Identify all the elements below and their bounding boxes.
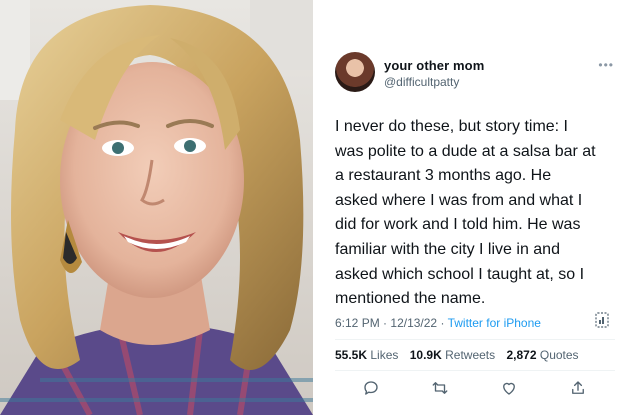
divider <box>335 370 615 371</box>
divider <box>335 339 615 340</box>
tweet-source-link[interactable]: Twitter for iPhone <box>448 316 541 330</box>
tweet-text-line: familiar with the city I live in and <box>335 240 560 258</box>
tweet-meta: 6:12 PM · 12/13/22 · Twitter for iPhone <box>335 316 541 330</box>
tweet-card: your other mom @difficultpatty ••• I nev… <box>313 0 625 415</box>
tweet-text: I never do these, but story time: I was … <box>335 115 620 312</box>
tweet-time[interactable]: 6:12 PM <box>335 316 380 330</box>
likes-stat[interactable]: 55.5K Likes <box>335 348 398 362</box>
retweets-label: Retweets <box>445 348 496 362</box>
selfie-photo <box>0 0 313 415</box>
tweet-stats: 55.5K Likes 10.9K Retweets 2,872 Quotes <box>335 348 587 362</box>
analytics-icon[interactable] <box>595 312 609 328</box>
more-icon[interactable]: ••• <box>598 58 614 72</box>
tweet-text-line: was polite to a dude at a salsa bar at <box>335 142 596 160</box>
tweet-text-line: mentioned the name. <box>335 290 486 308</box>
screenshot-frame: your other mom @difficultpatty ••• I nev… <box>0 0 625 415</box>
reply-icon[interactable] <box>359 376 383 400</box>
quotes-label: Quotes <box>539 348 579 362</box>
likes-label: Likes <box>370 348 399 362</box>
tweet-actions <box>335 376 615 400</box>
tweet-text-line: I never do these, but story time: I <box>335 118 568 135</box>
tweet-text-line: asked where I was from and what I <box>335 191 583 209</box>
like-icon[interactable] <box>497 376 521 400</box>
retweets-stat[interactable]: 10.9K Retweets <box>410 348 495 362</box>
tweet-text-line: did for work and I told him. He was <box>335 216 581 234</box>
retweets-count: 10.9K <box>409 348 442 362</box>
tweet-text-line: asked which school I taught at, so I <box>335 265 585 283</box>
author-display-name[interactable]: your other mom <box>384 58 484 73</box>
retweet-icon[interactable] <box>428 376 452 400</box>
tweet-text-line: a restaurant 3 months ago. He <box>335 167 552 185</box>
quotes-stat[interactable]: 2,872 Quotes <box>506 348 578 362</box>
likes-count: 55.5K <box>335 348 368 362</box>
meta-separator: · <box>383 316 388 330</box>
share-icon[interactable] <box>566 376 590 400</box>
quotes-count: 2,872 <box>506 348 537 362</box>
meta-separator: · <box>440 316 445 330</box>
author-handle[interactable]: @difficultpatty <box>384 75 459 89</box>
avatar[interactable] <box>335 52 375 92</box>
tweet-date[interactable]: 12/13/22 <box>390 316 437 330</box>
